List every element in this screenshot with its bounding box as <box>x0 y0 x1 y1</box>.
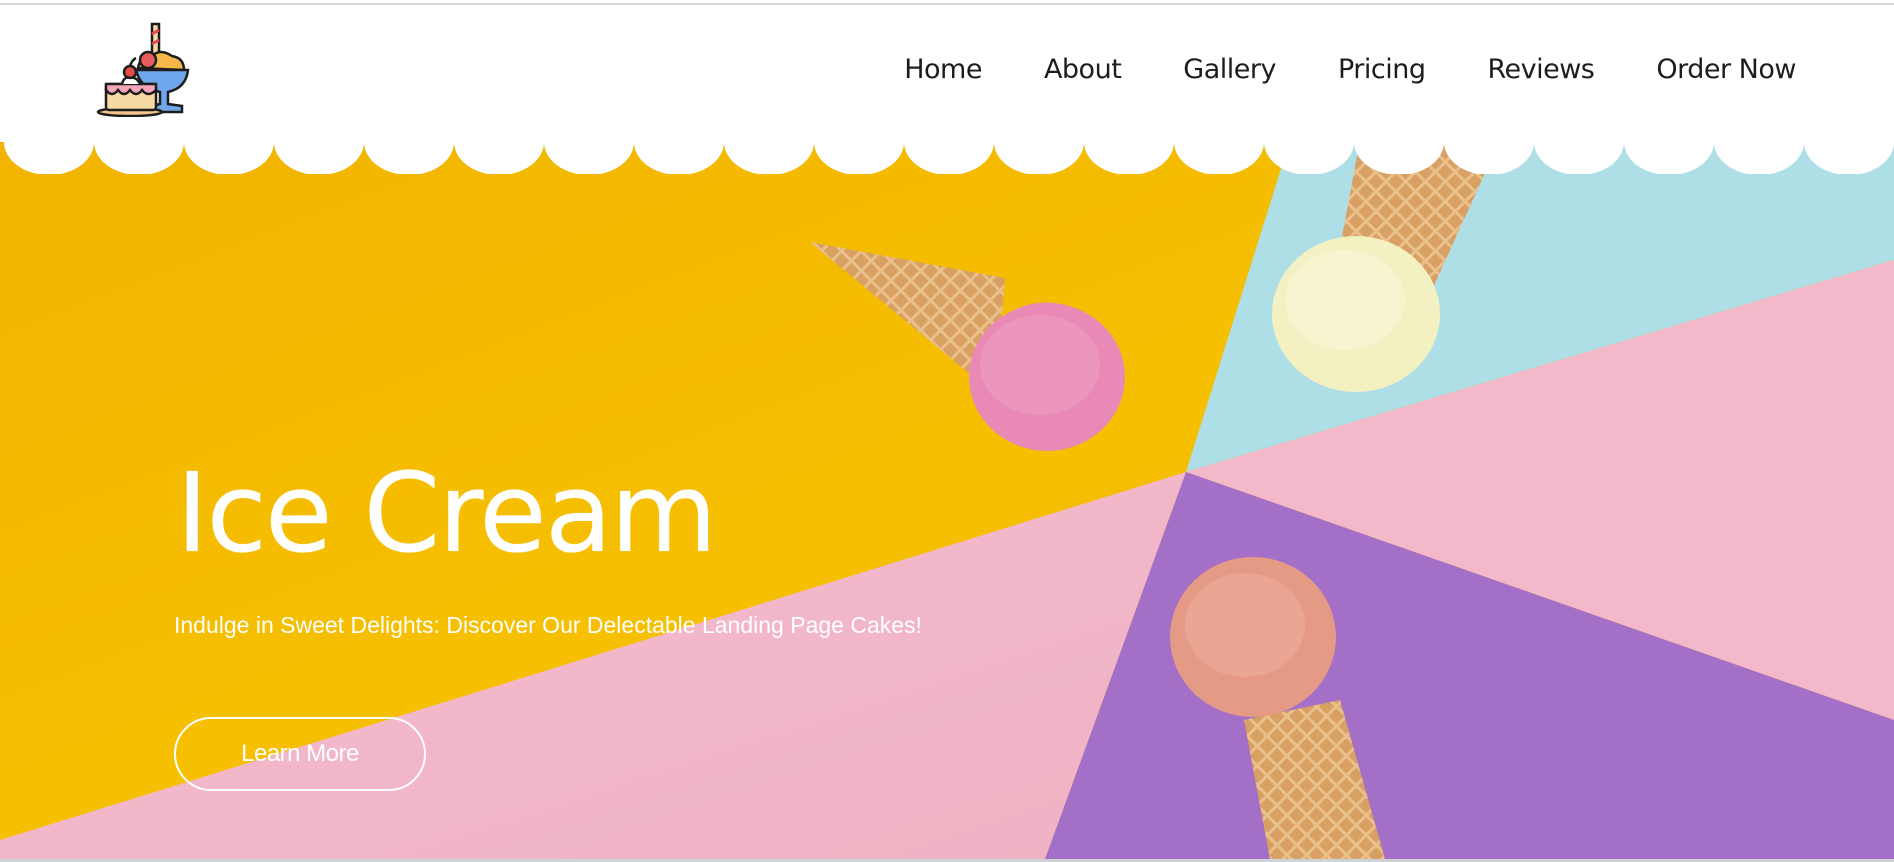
nav-reviews-link[interactable]: Reviews <box>1487 50 1594 90</box>
cake-and-ice-cream-cup-icon[interactable] <box>96 22 200 118</box>
learn-more-button[interactable]: Learn More <box>174 717 426 791</box>
nav-order-now-link[interactable]: Order Now <box>1656 50 1796 90</box>
landing-page: Home About Gallery Pricing Reviews Order… <box>0 0 1894 862</box>
nav-gallery-link[interactable]: Gallery <box>1183 50 1276 90</box>
hero-title: Ice Cream <box>176 449 717 577</box>
nav-pricing-link[interactable]: Pricing <box>1338 50 1426 90</box>
nav-about-link[interactable]: About <box>1044 50 1122 90</box>
nav-home-link[interactable]: Home <box>904 50 982 90</box>
scalloped-edge <box>0 138 1894 174</box>
hero-subtitle: Indulge in Sweet Delights: Discover Our … <box>174 612 922 638</box>
main-nav: Home About Gallery Pricing Reviews Order… <box>842 50 1796 90</box>
